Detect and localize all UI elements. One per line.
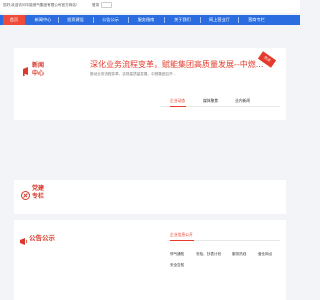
party-section-title-2: 专栏 <box>32 194 45 200</box>
login-link[interactable]: 登录 <box>92 3 99 8</box>
nav-item-about[interactable]: 关于我们 <box>165 15 200 25</box>
tab-industry-news[interactable]: 业内新闻 <box>235 99 250 104</box>
notice-tab-active-underline <box>170 239 194 241</box>
search-input[interactable] <box>101 2 112 8</box>
tab-media-focus[interactable]: 媒体聚焦 <box>203 99 218 104</box>
news-headline[interactable]: 深化业务流程变革，赋能集团高质量发展--中燃... <box>90 59 263 70</box>
service-outlets-link[interactable]: 营业网点 <box>258 252 272 257</box>
service-hotline-link[interactable]: 服务热线 <box>232 252 246 257</box>
nav-item-news[interactable]: 新闻中心 <box>28 15 58 25</box>
news-summary[interactable]: 推动业务流程变革，实现高质量发展，中燃集团召开... <box>90 72 176 77</box>
nav-item-online-hall[interactable]: 网上营业厅 <box>201 15 238 25</box>
party-panel <box>14 180 286 214</box>
top-bar: 您好,欢迎访问中能燃气集团有限公司官方网站! 登录 <box>0 0 300 13</box>
news-megaphone-icon <box>22 64 30 82</box>
page: 您好,欢迎访问中能燃气集团有限公司官方网站! 登录 首页 新闻中心 投资建设 公… <box>0 0 300 300</box>
main-nav: 首页 新闻中心 投资建设 公告公示 服务指南 关于我们 网上营业厅 营商专栏 <box>0 15 300 25</box>
party-emblem-icon <box>21 187 30 205</box>
gas-outage-link[interactable]: 停气通知 <box>170 252 184 257</box>
notice-section-title: 公告公示 <box>29 235 55 242</box>
notice-megaphone-icon <box>19 233 28 251</box>
tab-company-news[interactable]: 企业动态 <box>170 99 185 104</box>
nav-item-investment[interactable]: 投资建设 <box>59 15 92 25</box>
welcome-text: 您好,欢迎访问中能燃气集团有限公司官方网站! <box>3 3 77 7</box>
inspection-plan-link[interactable]: 安检、抄表计划 <box>196 252 221 257</box>
nav-item-service[interactable]: 服务指南 <box>129 15 163 25</box>
nav-item-notice[interactable]: 公告公示 <box>94 15 127 25</box>
nav-item-home[interactable]: 首页 <box>3 15 25 25</box>
safety-notice-link[interactable]: 安全告知 <box>170 263 184 268</box>
tab-active-underline <box>170 105 186 107</box>
nav-item-business[interactable]: 营商专栏 <box>239 15 274 25</box>
tab-info-disclosure[interactable]: 企业信息公开 <box>170 233 193 238</box>
news-section-title-2: 中心 <box>32 71 45 77</box>
